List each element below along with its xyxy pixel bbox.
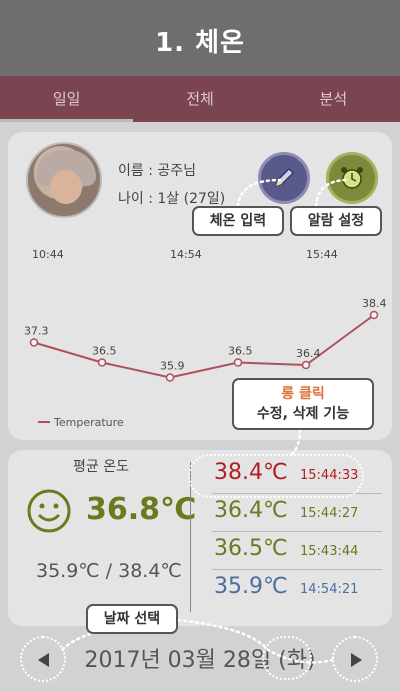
data-point[interactable] (165, 373, 175, 382)
temperature-input-button[interactable] (258, 152, 310, 204)
callout-temperature-input: 체온 입력 (192, 206, 284, 236)
legend-label-temperature: Temperature (53, 416, 124, 429)
average-title: 평균 온도 (73, 459, 129, 475)
profile-name: 이름 : 공주님 (118, 163, 197, 179)
data-label: 37.3 (24, 325, 49, 338)
data-label: 36.5 (92, 345, 117, 358)
tab-analysis[interactable]: 분석 (267, 76, 400, 122)
profile-age: 나이 : 1살 (27일) (118, 191, 226, 207)
data-point[interactable] (369, 310, 379, 320)
app-screen: 1. 체온 일일 전체 분석 이름 : 공주님 나이 : 1살 (27일) 10… (0, 0, 400, 692)
data-point[interactable] (29, 338, 39, 347)
long-click-highlight (188, 454, 364, 498)
x-tick-label: 15:44 (306, 248, 338, 261)
average-value: 36.8℃ (86, 492, 197, 527)
callout-long-click-title: 롱 클릭 (281, 386, 325, 402)
record-time: 14:54:21 (300, 582, 359, 597)
callout-alarm-setting: 알람 설정 (290, 206, 382, 236)
record-time: 15:43:44 (300, 544, 359, 559)
title-bar: 1. 체온 (0, 0, 400, 76)
pencil-icon (275, 168, 294, 187)
page-title: 1. 체온 (155, 28, 245, 58)
date-highlight (262, 636, 312, 680)
alarm-clock-icon (341, 167, 363, 189)
tab-bar: 일일 전체 분석 (0, 76, 400, 122)
record-value: 36.4℃ (214, 498, 288, 523)
record-time: 15:44:27 (300, 506, 359, 521)
smiley-face-icon (27, 489, 71, 533)
triangle-right-icon (351, 653, 362, 667)
record-row[interactable]: 36.5℃ 15:43:44 (212, 534, 382, 570)
tab-all[interactable]: 전체 (133, 76, 266, 122)
data-point[interactable] (233, 358, 243, 367)
data-point[interactable] (97, 358, 107, 367)
callout-long-click-desc: 수정, 삭제 기능 (256, 406, 350, 422)
series-line-temperature (33, 314, 375, 379)
data-label: 36.4 (296, 347, 321, 360)
data-point[interactable] (301, 360, 311, 370)
next-date-button[interactable] (332, 636, 378, 682)
avatar-face (50, 170, 82, 204)
callout-date-select: 날짜 선택 (86, 604, 178, 634)
record-value: 36.5℃ (214, 536, 288, 561)
data-label: 36.5 (228, 345, 253, 358)
record-value: 35.9℃ (214, 574, 288, 599)
data-label: 35.9 (160, 360, 185, 373)
avatar (26, 142, 102, 218)
alarm-setting-button[interactable] (326, 152, 378, 204)
tab-daily[interactable]: 일일 (0, 76, 134, 122)
data-label: 38.4 (362, 297, 387, 310)
chart-legend: Temperature (38, 416, 124, 429)
prev-date-button[interactable] (20, 636, 66, 682)
triangle-left-icon (38, 653, 49, 667)
record-row[interactable]: 36.4℃ 15:44:27 (212, 496, 382, 532)
min-max-value: 35.9℃ / 38.4℃ (36, 560, 182, 582)
x-tick-label: 14:54 (170, 248, 202, 261)
callout-long-click: 롱 클릭 수정, 삭제 기능 (232, 378, 374, 430)
x-tick-label: 10:44 (32, 248, 64, 261)
record-row[interactable]: 35.9℃ 14:54:21 (212, 572, 382, 608)
